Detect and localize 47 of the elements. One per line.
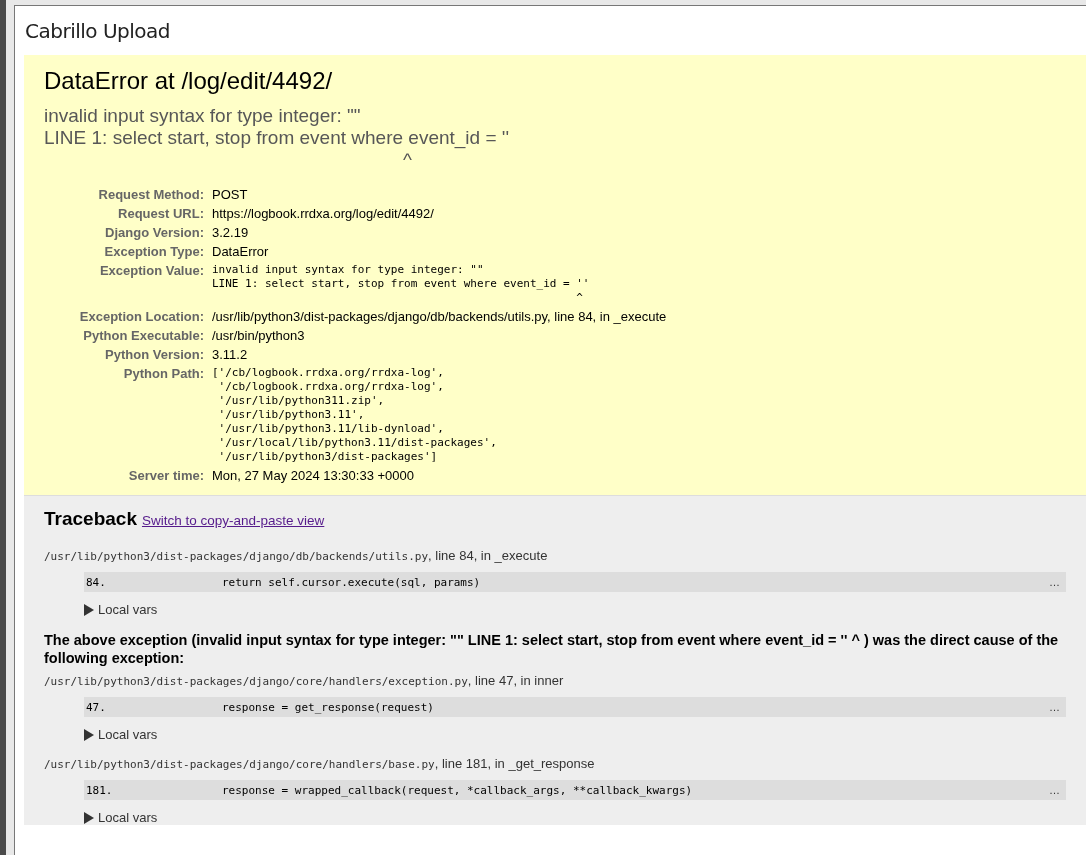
cause-message: The above exception (invalid input syntax for type integer: "" LINE 1: select start, stop from event where event_id = '' ^ ) was the direct cause of the following exception:	[44, 631, 1060, 667]
error-title: DataError at /log/edit/4492/	[44, 67, 334, 95]
meta-label: Django Version:	[44, 223, 212, 242]
meta-label: Exception Value:	[44, 261, 212, 307]
meta-label: Python Version:	[44, 345, 212, 364]
line-number: 47.	[86, 700, 107, 714]
traceback-heading: Traceback	[44, 508, 137, 530]
expand-context-button[interactable]: …	[1049, 701, 1060, 713]
triangle-icon[interactable]	[84, 603, 94, 616]
frame-file-path: /usr/lib/python3/dist-packages/django/core/handlers/base.py	[44, 758, 435, 771]
frame-location: , line 84, in _execute	[428, 548, 548, 563]
triangle-icon[interactable]	[84, 728, 94, 741]
code-text: response = get_response(request)	[220, 700, 435, 714]
meta-label: Request URL:	[44, 204, 212, 223]
meta-value: 3.11.2	[212, 347, 248, 362]
code-text: return self.cursor.execute(sql, params)	[220, 575, 482, 589]
meta-label: Server time:	[127, 467, 205, 485]
expand-context-button[interactable]: …	[1049, 576, 1060, 588]
meta-label: Request Method:	[97, 186, 205, 204]
meta-value: POST	[212, 187, 248, 202]
frame-file-path: /usr/lib/python3/dist-packages/django/core/handlers/exception.py	[44, 675, 468, 688]
meta-value: DataError	[212, 244, 269, 259]
error-message: invalid input syntax for type integer: "" LINE 1: select start, stop from event where event_id = '' ^	[44, 105, 511, 171]
meta-value: https://logbook.rrdxa.org/log/edit/4492/	[212, 206, 434, 221]
frame-file-path: /usr/lib/python3/dist-packages/django/db/backends/utils.py	[44, 550, 429, 563]
meta-value: Mon, 27 May 2024 13:30:33 +0000	[212, 468, 414, 483]
meta-label: Exception Location:	[44, 307, 212, 326]
expand-context-button[interactable]: …	[1049, 784, 1060, 796]
triangle-icon[interactable]	[84, 811, 94, 824]
line-number: 181.	[86, 783, 114, 797]
meta-label: Python Path:	[122, 365, 205, 383]
meta-value: /usr/lib/python3/dist-packages/django/db/backends/utils.py, line 84, in _execute	[212, 309, 667, 324]
panel-title: Cabrillo Upload	[25, 19, 171, 43]
local-vars-toggle[interactable]: Local vars	[98, 727, 158, 742]
local-vars-toggle[interactable]: Local vars	[98, 602, 158, 617]
switch-view-link[interactable]: Switch to copy-and-paste view	[141, 513, 325, 528]
meta-value: /usr/bin/python3	[212, 328, 305, 343]
code-text: response = wrapped_callback(request, *callback_args, **callback_kwargs)	[220, 783, 694, 797]
line-number: 84.	[86, 575, 107, 589]
meta-code-value: ['/cb/logbook.rrdxa.org/rrdxa-log', '/cb/logbook.rrdxa.org/rrdxa-log', '/usr/lib/python311.zip', '/usr/lib/python3.11', '/usr/lib/python3.11/lib-dynload', '/usr/local/lib/python3.11/dist-packages', '/usr/lib/python3/dist-packages']	[212, 366, 497, 464]
meta-code-value: invalid input syntax for type integer: "" LINE 1: select start, stop from event where event_id = '' ^	[212, 263, 590, 305]
local-vars-toggle[interactable]: Local vars	[98, 810, 158, 825]
frame-location: , line 47, in inner	[467, 673, 564, 688]
meta-label: Python Executable:	[44, 326, 212, 345]
meta-value: 3.2.19	[212, 225, 249, 240]
frame-location: , line 181, in _get_response	[434, 756, 595, 771]
meta-label: Exception Type:	[103, 243, 205, 261]
